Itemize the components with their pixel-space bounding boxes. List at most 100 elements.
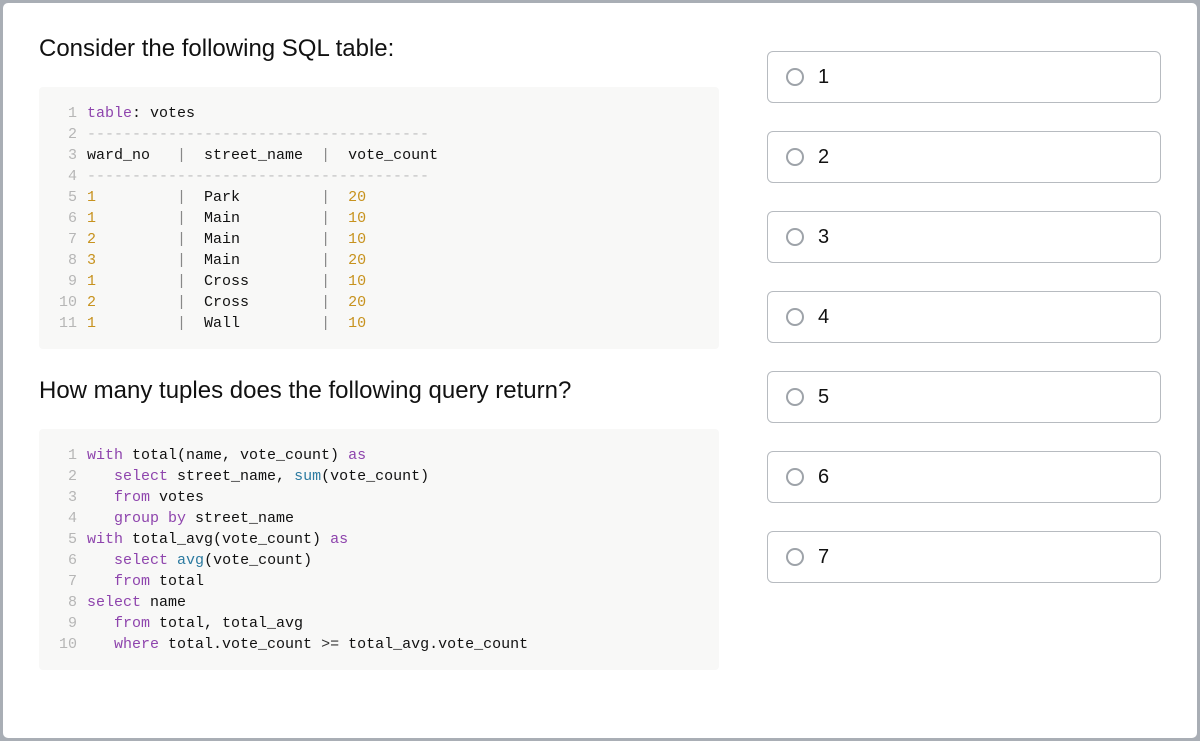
code-token: >=: [321, 634, 339, 655]
line-number: 11: [49, 313, 77, 334]
option-label: 2: [818, 146, 829, 169]
code-token: from: [114, 571, 150, 592]
line-number: 3: [49, 487, 77, 508]
code-token: street_name: [186, 508, 294, 529]
answer-option-1[interactable]: 1: [767, 51, 1161, 103]
code-token: |: [177, 250, 186, 271]
code-token: where: [114, 634, 159, 655]
code-token: [87, 613, 114, 634]
code-token: |: [177, 187, 186, 208]
code-line: 111 | Wall | 10: [49, 313, 709, 334]
code-token: 10: [348, 229, 366, 250]
line-number: 8: [49, 592, 77, 613]
code-token: [87, 508, 114, 529]
code-line: 2 select street_name, sum(vote_count): [49, 466, 709, 487]
prompt-text-2: How many tuples does the following query…: [39, 377, 719, 405]
code-token: 1: [87, 187, 96, 208]
code-token: 2: [87, 292, 96, 313]
radio-icon: [786, 388, 804, 406]
code-token: [330, 208, 348, 229]
answer-option-5[interactable]: 5: [767, 371, 1161, 423]
line-number: 3: [49, 145, 77, 166]
option-label: 3: [818, 226, 829, 249]
question-card: Consider the following SQL table: 1table…: [0, 0, 1200, 741]
code-token: [87, 634, 114, 655]
code-token: Cross: [186, 292, 321, 313]
code-token: with: [87, 445, 123, 466]
code-token: --------------------------------------: [87, 166, 429, 187]
line-number: 5: [49, 187, 77, 208]
code-token: [330, 187, 348, 208]
code-token: (vote_count): [204, 550, 312, 571]
line-number: 8: [49, 250, 77, 271]
code-line: 6 select avg(vote_count): [49, 550, 709, 571]
line-number: 10: [49, 634, 77, 655]
answer-options: 1 2 3 4 5 6 7: [767, 35, 1161, 698]
code-token: |: [321, 145, 330, 166]
code-token: avg: [177, 550, 204, 571]
line-number: 7: [49, 571, 77, 592]
line-number: 2: [49, 466, 77, 487]
prompt-text-1: Consider the following SQL table:: [39, 35, 719, 63]
code-token: total: [150, 571, 204, 592]
radio-icon: [786, 148, 804, 166]
code-token: |: [321, 292, 330, 313]
line-number: 9: [49, 613, 77, 634]
code-token: [330, 229, 348, 250]
code-line: 4--------------------------------------: [49, 166, 709, 187]
code-token: as: [348, 445, 366, 466]
radio-icon: [786, 68, 804, 86]
code-token: |: [321, 271, 330, 292]
code-token: select: [87, 592, 141, 613]
answer-option-4[interactable]: 4: [767, 291, 1161, 343]
code-token: [96, 229, 177, 250]
code-token: |: [177, 229, 186, 250]
code-token: 2: [87, 229, 96, 250]
code-token: ward_no: [87, 145, 177, 166]
query-code-block: 1with total(name, vote_count) as2 select…: [39, 429, 719, 670]
code-token: 10: [348, 313, 366, 334]
code-line: 91 | Cross | 10: [49, 271, 709, 292]
line-number: 2: [49, 124, 77, 145]
answer-option-2[interactable]: 2: [767, 131, 1161, 183]
code-token: |: [321, 250, 330, 271]
answer-option-6[interactable]: 6: [767, 451, 1161, 503]
line-number: 6: [49, 550, 77, 571]
code-token: |: [177, 271, 186, 292]
code-token: [96, 313, 177, 334]
option-label: 1: [818, 66, 829, 89]
code-line: 83 | Main | 20: [49, 250, 709, 271]
code-token: sum: [294, 466, 321, 487]
code-token: from: [114, 487, 150, 508]
radio-icon: [786, 468, 804, 486]
code-line: 10 where total.vote_count >= total_avg.v…: [49, 634, 709, 655]
code-token: select: [114, 550, 168, 571]
code-token: name: [141, 592, 186, 613]
code-token: (vote_count): [321, 466, 429, 487]
code-token: |: [177, 145, 186, 166]
code-line: 3 from votes: [49, 487, 709, 508]
code-token: [96, 187, 177, 208]
code-token: [330, 271, 348, 292]
answer-option-3[interactable]: 3: [767, 211, 1161, 263]
code-line: 2 --------------------------------------: [49, 124, 709, 145]
code-token: 20: [348, 187, 366, 208]
question-body: Consider the following SQL table: 1table…: [39, 35, 719, 698]
code-token: |: [177, 313, 186, 334]
code-token: group by: [114, 508, 186, 529]
code-line: 51 | Park | 20: [49, 187, 709, 208]
radio-icon: [786, 308, 804, 326]
code-token: |: [321, 187, 330, 208]
code-token: vote_count: [330, 145, 438, 166]
code-token: Park: [186, 187, 321, 208]
answer-option-7[interactable]: 7: [767, 531, 1161, 583]
code-token: 1: [87, 313, 96, 334]
code-token: 1: [87, 271, 96, 292]
code-token: [87, 487, 114, 508]
radio-icon: [786, 228, 804, 246]
line-number: 5: [49, 529, 77, 550]
code-token: --------------------------------------: [87, 124, 429, 145]
code-token: |: [177, 292, 186, 313]
table-code-block: 1table: votes2--------------------------…: [39, 87, 719, 349]
option-label: 5: [818, 386, 829, 409]
